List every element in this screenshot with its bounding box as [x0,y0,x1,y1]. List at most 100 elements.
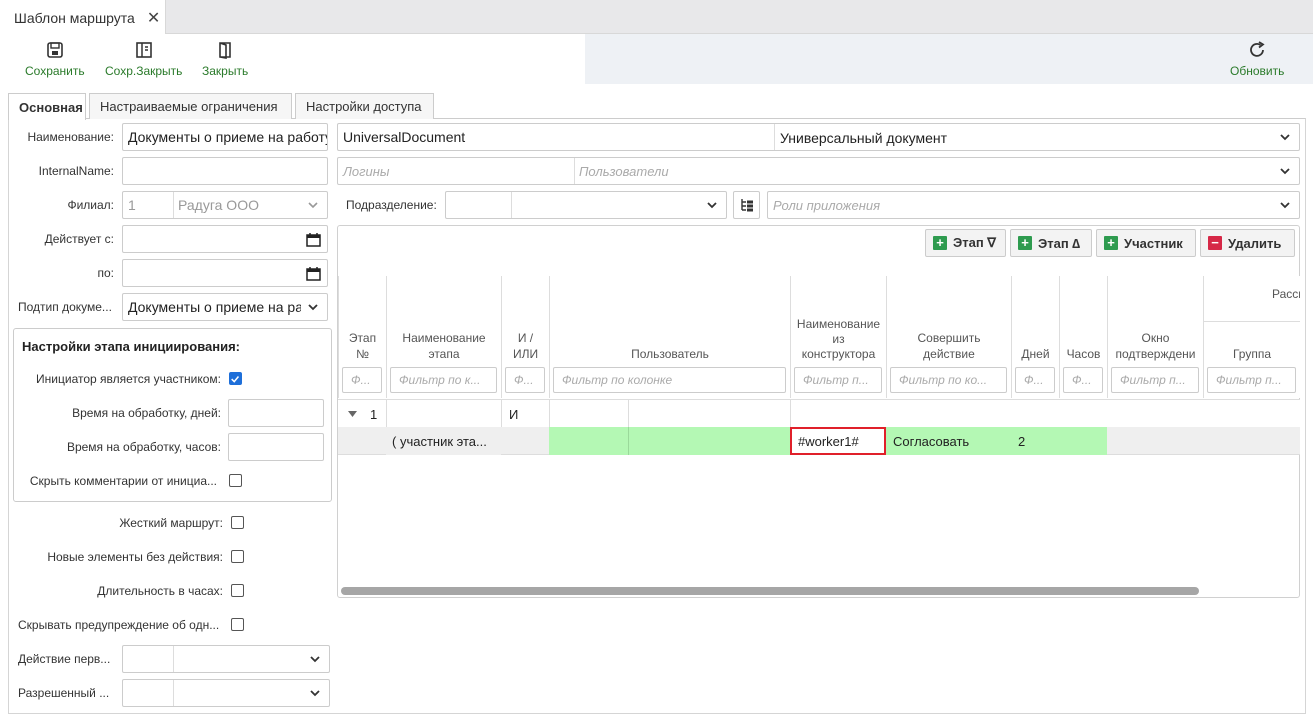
initiator-participant-checkbox[interactable] [229,372,242,385]
tab-custom-restrictions[interactable]: Настраиваемые ограничения [89,93,292,119]
col-stage-name-line2: этапа [428,347,460,361]
save-close-button[interactable]: Сохр.Закрыть [105,40,182,78]
horizontal-scrollbar[interactable] [341,587,1199,595]
filter-confirm-window[interactable]: Фильтр п... [1111,367,1199,393]
chevron-down-icon[interactable] [1279,131,1291,143]
name-value: Документы о приеме на работу [128,129,328,145]
add-participant-label: Участник [1124,235,1183,251]
collapse-caret-icon[interactable] [348,411,357,418]
col-stage-no-line1: Этап [348,331,377,345]
col-constructor-name-line1: Наименование [796,317,881,331]
strict-route-checkbox[interactable] [231,516,244,529]
table-row-group[interactable]: 1 И [338,399,1300,428]
allowed-select[interactable] [122,679,330,707]
doc-subtype-label: Подтип докуме... [18,300,112,314]
chevron-down-icon[interactable] [1279,199,1291,211]
time-days-input[interactable] [228,399,324,427]
minus-icon: − [1208,236,1222,250]
tab-main[interactable]: Основная [8,93,86,120]
toolbar-right-area [585,34,1313,84]
close-icon[interactable]: ✕ [147,8,160,28]
col-confirm-window-line2: подтверждени [1115,347,1196,361]
filter-perform-action[interactable]: Фильтр по ко... [890,367,1007,393]
row-action[interactable]: Согласовать [886,427,1011,455]
filter-group[interactable]: Фильтр п... [1207,367,1296,393]
row-user-cell-1[interactable] [549,427,628,455]
doc-subtype-value: Документы о приеме на работу [128,299,301,315]
branch-select[interactable]: 1 Радуга ООО [122,191,328,219]
logins-users-select[interactable]: Логины Пользователи [337,157,1300,185]
row-user-cell-2[interactable] [628,427,790,455]
refresh-button[interactable]: Обновить [1230,40,1284,78]
calendar-icon[interactable] [306,266,321,281]
row-constructor-name[interactable]: #worker1# [790,427,886,455]
initiator-participant-label: Инициатор является участником: [36,372,221,386]
stage-up-button[interactable]: + Этап ∆ [1010,229,1092,257]
name-label: Наименование: [27,130,114,144]
tree-button[interactable] [733,191,760,219]
stage-down-label: Этап ∇ [953,235,997,250]
window-tab-title: Шаблон маршрута [14,9,135,26]
col-days-label: Дней [1021,347,1050,361]
window-tab[interactable]: Шаблон маршрута ✕ [0,0,166,35]
col-group-label: Группа [1232,347,1272,361]
first-action-label: Действие перв... [18,652,111,666]
refresh-icon [1250,41,1265,57]
chevron-down-icon[interactable] [1279,165,1291,177]
new-items-checkbox[interactable] [231,550,244,563]
app-roles-placeholder: Роли приложения [773,197,881,213]
delete-button[interactable]: − Удалить [1200,229,1295,257]
add-participant-button[interactable]: + Участник [1096,229,1196,257]
app-roles-select[interactable]: Роли приложения [767,191,1300,219]
branch-name: Радуга ООО [178,197,259,213]
group-stage-no: 1 [370,406,378,422]
col-constructor-name-line2: из [832,332,845,346]
stage-down-button[interactable]: + Этап ∇ [925,229,1006,257]
logins-placeholder: Логины [343,163,390,179]
chevron-down-icon[interactable] [309,653,321,665]
duration-hours-checkbox[interactable] [231,584,244,597]
filter-user[interactable]: Фильтр по колонке [553,367,786,393]
name-input[interactable]: Документы о приеме на работу [122,123,328,151]
chevron-down-icon[interactable] [307,301,319,313]
filter-stage-no[interactable]: Ф... [342,367,382,393]
chevron-down-icon[interactable] [307,199,319,211]
internal-name-input[interactable] [122,157,328,185]
filter-and-or[interactable]: Ф... [505,367,545,393]
filter-hours[interactable]: Ф... [1063,367,1103,393]
row-hours[interactable] [1059,427,1107,455]
valid-from-input[interactable] [122,225,328,253]
filter-stage-name[interactable]: Фильтр по к... [390,367,497,393]
plus-icon: + [1018,236,1032,250]
calendar-icon[interactable] [306,232,321,247]
col-user-label: Пользователь [631,347,709,361]
chevron-down-icon[interactable] [309,687,321,699]
close-button[interactable]: Закрыть [202,40,248,78]
doc-type-select[interactable]: UniversalDocument Универсальный документ [337,123,1300,151]
group-and-or: И [509,406,519,422]
doc-subtype-select[interactable]: Документы о приеме на работу [122,293,328,321]
valid-to-label: по: [97,266,114,280]
time-hours-input[interactable] [228,433,324,461]
col-hours-label: Часов [1066,347,1101,361]
filter-days[interactable]: Ф... [1015,367,1055,393]
save-close-label: Сохр.Закрыть [105,64,183,78]
filter-constructor-name[interactable]: Фильтр п... [794,367,882,393]
hide-warning-checkbox[interactable] [231,618,244,631]
tab-access-settings[interactable]: Настройки доступа [295,93,434,119]
first-action-select[interactable] [122,645,330,673]
col-perform-action-line2: действие [923,347,975,361]
valid-to-input[interactable] [122,259,328,287]
save-button[interactable]: Сохранить [25,40,85,78]
check-icon [231,376,240,383]
window-tab-strip [0,0,1313,34]
branch-code: 1 [128,197,136,213]
chevron-down-icon[interactable] [706,199,718,211]
save-icon [47,42,63,58]
row-days[interactable]: 2 [1011,427,1059,455]
internal-name-label: InternalName: [38,164,114,178]
hide-warning-label: Скрывать предупреждение об одн... [18,618,220,632]
department-select[interactable] [445,191,727,219]
table-row[interactable]: ( участник эта... #worker1# Согласовать … [338,427,1300,455]
hide-comments-checkbox[interactable] [229,474,242,487]
